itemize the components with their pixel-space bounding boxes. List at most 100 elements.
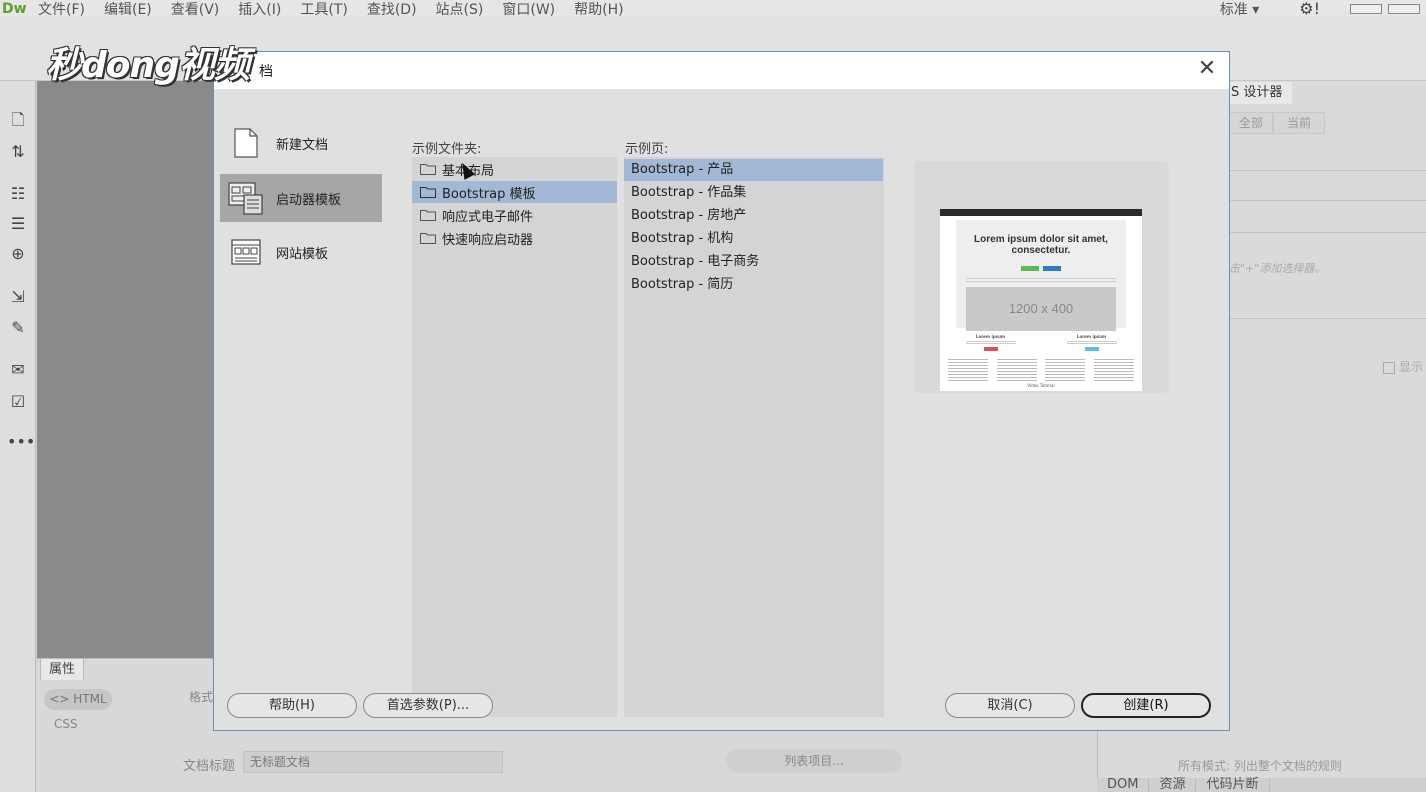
watermark-logo: 秒dong视频 [46,45,250,86]
checkbox-box [1383,361,1395,374]
menu-site[interactable]: 站点(S) [436,0,484,19]
page-column-label: 示例页: [625,142,669,157]
tab-assets[interactable]: 资源 [1149,778,1197,792]
workspace-switcher-label: 标准 [1219,1,1248,18]
preview-heading: Lorem ipsum dolor sit amet, consectetur. [974,234,1108,256]
help-button[interactable]: 帮助(H) [227,693,357,718]
selector-hint: 击"+"添加选择器。 [1229,262,1326,275]
preferences-button[interactable]: 首选参数(P)... [363,693,493,718]
page-list: Bootstrap - 产品 Bootstrap - 作品集 Bootstrap… [624,157,884,717]
indent-icon[interactable]: ☰ [7,213,29,235]
maximize-button[interactable] [1388,3,1420,14]
preview-column: Lorem ipsum [1062,334,1122,353]
css-mode-button[interactable]: CSS [54,717,78,731]
folder-item-responsive-email[interactable]: 响应式电子邮件 [412,204,617,226]
folder-item-basic-layout[interactable]: 基本布局 [412,158,617,180]
menu-bar: Dw 文件(F) 编辑(E) 查看(V) 插入(I) 工具(T) 查找(D) 站… [0,0,1426,19]
category-label: 新建文档 [276,137,329,153]
all-mode-text: 所有模式: 列出整个文档的规则 [1178,759,1342,773]
menu-window[interactable]: 窗口(W) [502,0,555,19]
tab-css-designer[interactable]: S 设计器 [1229,82,1292,104]
preview-placeholder: 1200 x 400 [966,287,1116,331]
chevron-down-icon: ▾ [1252,1,1260,18]
page-item[interactable]: Bootstrap - 机构 [624,228,884,250]
close-icon[interactable]: ✕ [1195,57,1219,81]
list-item-button[interactable]: 列表项目... [726,749,902,773]
divider [1229,170,1426,171]
minimize-button[interactable] [1350,3,1382,14]
folder-column-label: 示例文件夹: [412,142,482,157]
menubar-right: 标准 ▾ ⚙! [1220,0,1426,19]
format-icon[interactable]: ✎ [7,317,29,339]
target-icon[interactable]: ⊕ [7,243,29,265]
bottom-tabs: DOM 资源 代码片断 [1097,778,1426,792]
create-button[interactable]: 创建(R) [1081,693,1211,718]
folder-item-quick-starter[interactable]: 快速响应启动器 [412,227,617,249]
preview-jumbotron: Lorem ipsum dolor sit amet, consectetur.… [956,220,1126,331]
category-starter-templates[interactable]: 启动器模板 [220,174,382,222]
folder-icon [420,210,436,221]
preview-column: Lorem ipsum [961,334,1021,353]
all-toggle[interactable]: 全部 [1229,112,1273,134]
preview-buttons [956,260,1126,275]
preview-text-lines [966,278,1116,284]
new-file-icon[interactable]: 🗋 [7,109,29,131]
more-icon[interactable]: ••• [7,431,35,453]
new-document-dialog: 档 ✕ 新建文档 启动器模板 网站模板 示例文件夹: 基本布局 Bootstra… [213,51,1230,731]
comment-icon[interactable]: ✉ [7,359,29,381]
sort-icon[interactable]: ⇅ [7,141,29,163]
page-item[interactable]: Bootstrap - 房地产 [624,205,884,227]
html-mode-button[interactable]: <> HTML [44,689,112,710]
inspect-icon[interactable]: ☷ [7,183,29,205]
preview-footer: Video Tutorial [1027,383,1055,388]
folder-icon [420,233,436,244]
page-item[interactable]: Bootstrap - 简历 [624,274,884,296]
tab-properties[interactable]: 属性 [40,658,84,680]
folder-label: 快速响应启动器 [442,232,534,248]
folder-icon [420,187,436,198]
folder-label: 响应式电子邮件 [442,209,534,225]
doc-title-field[interactable]: 无标题文档 [243,751,503,773]
menu-help[interactable]: 帮助(H) [574,0,623,19]
page-item[interactable]: Bootstrap - 作品集 [624,182,884,204]
divider [1229,318,1426,319]
page-item[interactable]: Bootstrap - 电子商务 [624,251,884,273]
menu-tools[interactable]: 工具(T) [300,0,347,19]
menu-find[interactable]: 查找(D) [367,0,417,19]
folder-list: 基本布局 Bootstrap 模板 响应式电子邮件 快速响应启动器 [412,157,617,717]
menu-file[interactable]: 文件(F) [38,0,85,19]
starter-template-icon [228,181,264,215]
validate-icon[interactable]: ☑ [7,391,29,413]
format-label: 格式 [189,690,214,704]
dialog-titlebar: 档 ✕ [214,52,1229,89]
left-toolbar: 🗋 ⇅ ☷ ☰ ⊕ ⇲ ✎ ✉ ☑ ••• [0,81,36,792]
category-new-document[interactable]: 新建文档 [220,119,382,167]
template-preview-thumbnail: Lorem ipsum dolor sit amet, consectetur.… [940,209,1142,391]
preview-column-title: Lorem ipsum [1076,334,1107,339]
tab-dom[interactable]: DOM [1097,778,1150,792]
show-checkbox[interactable]: 显示 [1383,358,1423,375]
site-template-icon [228,235,264,269]
menu-insert[interactable]: 插入(I) [238,0,281,19]
folder-item-bootstrap[interactable]: Bootstrap 模板 [412,181,617,203]
category-label: 网站模板 [276,246,329,262]
preview-grid [940,359,1142,381]
divider [1229,200,1426,201]
current-toggle[interactable]: 当前 [1273,112,1325,134]
menu-edit[interactable]: 编辑(E) [104,0,152,19]
divider [1229,232,1426,233]
preview-columns: Lorem ipsum Lorem ipsum [940,334,1142,353]
menu-view[interactable]: 查看(V) [171,0,220,19]
dialog-title: 档 [259,64,273,80]
workspace-switcher[interactable]: 标准 ▾ [1220,0,1259,19]
tab-snippets[interactable]: 代码片断 [1196,778,1270,792]
cancel-button[interactable]: 取消(C) [945,693,1075,718]
page-item[interactable]: Bootstrap - 产品 [624,159,883,181]
preview-column-title: Lorem ipsum [975,334,1006,339]
expand-icon[interactable]: ⇲ [7,286,29,308]
category-label: 启动器模板 [276,192,342,208]
category-site-templates[interactable]: 网站模板 [220,228,382,276]
gear-icon[interactable]: ⚙! [1299,0,1320,18]
preview-navbar [940,209,1142,216]
folder-icon [420,164,436,175]
